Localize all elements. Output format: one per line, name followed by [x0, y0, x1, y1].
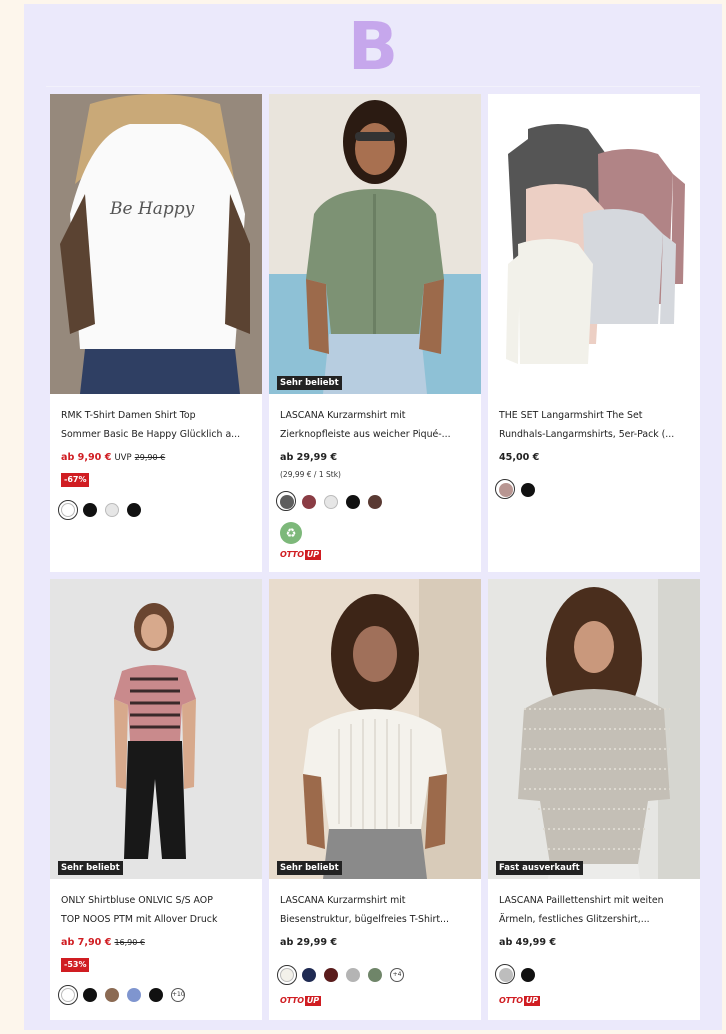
color-swatch[interactable]: [302, 968, 316, 982]
product-card[interactable]: Be Happy RMK T-Shirt Damen Shirt Top Som…: [50, 94, 262, 572]
color-swatches: [495, 964, 535, 984]
color-swatch[interactable]: [302, 495, 316, 509]
color-swatches: [495, 479, 535, 499]
current-price: ab 29,99 €: [280, 937, 338, 948]
product-title[interactable]: RMK T-Shirt Damen Shirt Top Sommer Basic…: [61, 406, 257, 444]
price: ab 29,99 €: [280, 937, 337, 948]
color-swatch[interactable]: [324, 495, 338, 509]
price: ab 49,99 €: [499, 937, 556, 948]
popularity-badge: Sehr beliebt: [277, 861, 342, 875]
color-swatch[interactable]: [127, 988, 141, 1002]
price: 45,00 €: [499, 452, 539, 463]
more-colors-button[interactable]: +4: [390, 968, 404, 982]
product-image[interactable]: Fast ausverkauft: [488, 579, 700, 879]
product-card[interactable]: Sehr beliebt LASCANA Kurzarmshirt mit Bi…: [269, 579, 481, 1020]
current-price: ab 29,99 €: [280, 452, 338, 463]
color-swatch[interactable]: [58, 500, 78, 520]
sustainability-icon[interactable]: ♻: [280, 522, 302, 544]
color-swatches: +10: [58, 985, 185, 1005]
product-image[interactable]: Sehr beliebt: [50, 579, 262, 879]
product-title[interactable]: ONLY Shirtbluse ONLVIC S/S AOP TOP NOOS …: [61, 891, 257, 929]
product-title[interactable]: LASCANA Kurzarmshirt mit Zierknopfleiste…: [280, 406, 476, 444]
product-image[interactable]: Sehr beliebt: [269, 579, 481, 879]
popularity-badge: Sehr beliebt: [58, 861, 123, 875]
color-swatch[interactable]: [105, 988, 119, 1002]
color-swatch[interactable]: [368, 968, 382, 982]
color-swatch[interactable]: [346, 495, 360, 509]
more-colors-button[interactable]: +10: [171, 988, 185, 1002]
color-swatch[interactable]: [105, 503, 119, 517]
color-swatch[interactable]: [324, 968, 338, 982]
otto-up-logo: OTTO UP: [280, 550, 321, 560]
old-price: 29,90 €: [134, 453, 166, 462]
color-swatches: [58, 500, 141, 520]
otto-up-logo: OTTO UP: [280, 996, 321, 1006]
popularity-badge: Sehr beliebt: [277, 376, 342, 390]
color-swatch[interactable]: [346, 968, 360, 982]
color-swatch[interactable]: [149, 988, 163, 1002]
color-swatch[interactable]: [58, 985, 78, 1005]
product-image[interactable]: Sehr beliebt: [269, 94, 481, 394]
unit-price: (29,99 € / 1 Stk): [280, 470, 341, 479]
sale-price: ab 9,90 €: [61, 452, 112, 463]
product-image[interactable]: [488, 94, 700, 394]
comparison-panel: B Be Happy RMK T-Shirt Damen Shirt Top S…: [24, 4, 722, 1030]
color-swatch[interactable]: [276, 491, 296, 511]
color-swatch[interactable]: [495, 964, 515, 984]
color-swatch[interactable]: [127, 503, 141, 517]
otto-up-logo: OTTO UP: [499, 996, 540, 1006]
old-price: 16,90 €: [114, 938, 145, 947]
price: ab 7,90 € 16,90 €: [61, 937, 145, 948]
color-swatch[interactable]: [521, 483, 535, 497]
color-swatch[interactable]: [277, 965, 297, 985]
discount-badge: -67%: [61, 473, 90, 487]
divider: [46, 86, 700, 87]
product-image[interactable]: Be Happy: [50, 94, 262, 394]
color-swatches: +4: [277, 965, 404, 985]
discount-badge: -53%: [61, 958, 90, 972]
color-swatch[interactable]: [521, 968, 535, 982]
product-title[interactable]: THE SET Langarmshirt The Set Rundhals-La…: [499, 406, 695, 444]
current-price: 45,00 €: [499, 452, 540, 463]
price: ab 29,99 €: [280, 452, 337, 463]
shirt-print-text: Be Happy: [109, 199, 195, 219]
color-swatch[interactable]: [495, 479, 515, 499]
uvp-label: UVP: [114, 453, 132, 463]
current-price: ab 49,99 €: [499, 937, 557, 948]
color-swatches: [276, 491, 382, 511]
product-card[interactable]: THE SET Langarmshirt The Set Rundhals-La…: [488, 94, 700, 572]
product-card[interactable]: Sehr beliebt LASCANA Kurzarmshirt mit Zi…: [269, 94, 481, 572]
variant-letter: B: [347, 8, 399, 85]
product-card[interactable]: Sehr beliebt ONLY Shirtbluse ONLVIC S/S …: [50, 579, 262, 1020]
availability-badge: Fast ausverkauft: [496, 861, 583, 875]
sale-price: ab 7,90 €: [61, 937, 112, 948]
product-title[interactable]: LASCANA Kurzarmshirt mit Biesenstruktur,…: [280, 891, 476, 929]
color-swatch[interactable]: [83, 988, 97, 1002]
product-title[interactable]: LASCANA Paillettenshirt mit weiten Ärmel…: [499, 891, 695, 929]
color-swatch[interactable]: [83, 503, 97, 517]
price: ab 9,90 € UVP 29,90 €: [61, 452, 165, 463]
color-swatch[interactable]: [368, 495, 382, 509]
product-card[interactable]: Fast ausverkauft LASCANA Paillettenshirt…: [488, 579, 700, 1020]
